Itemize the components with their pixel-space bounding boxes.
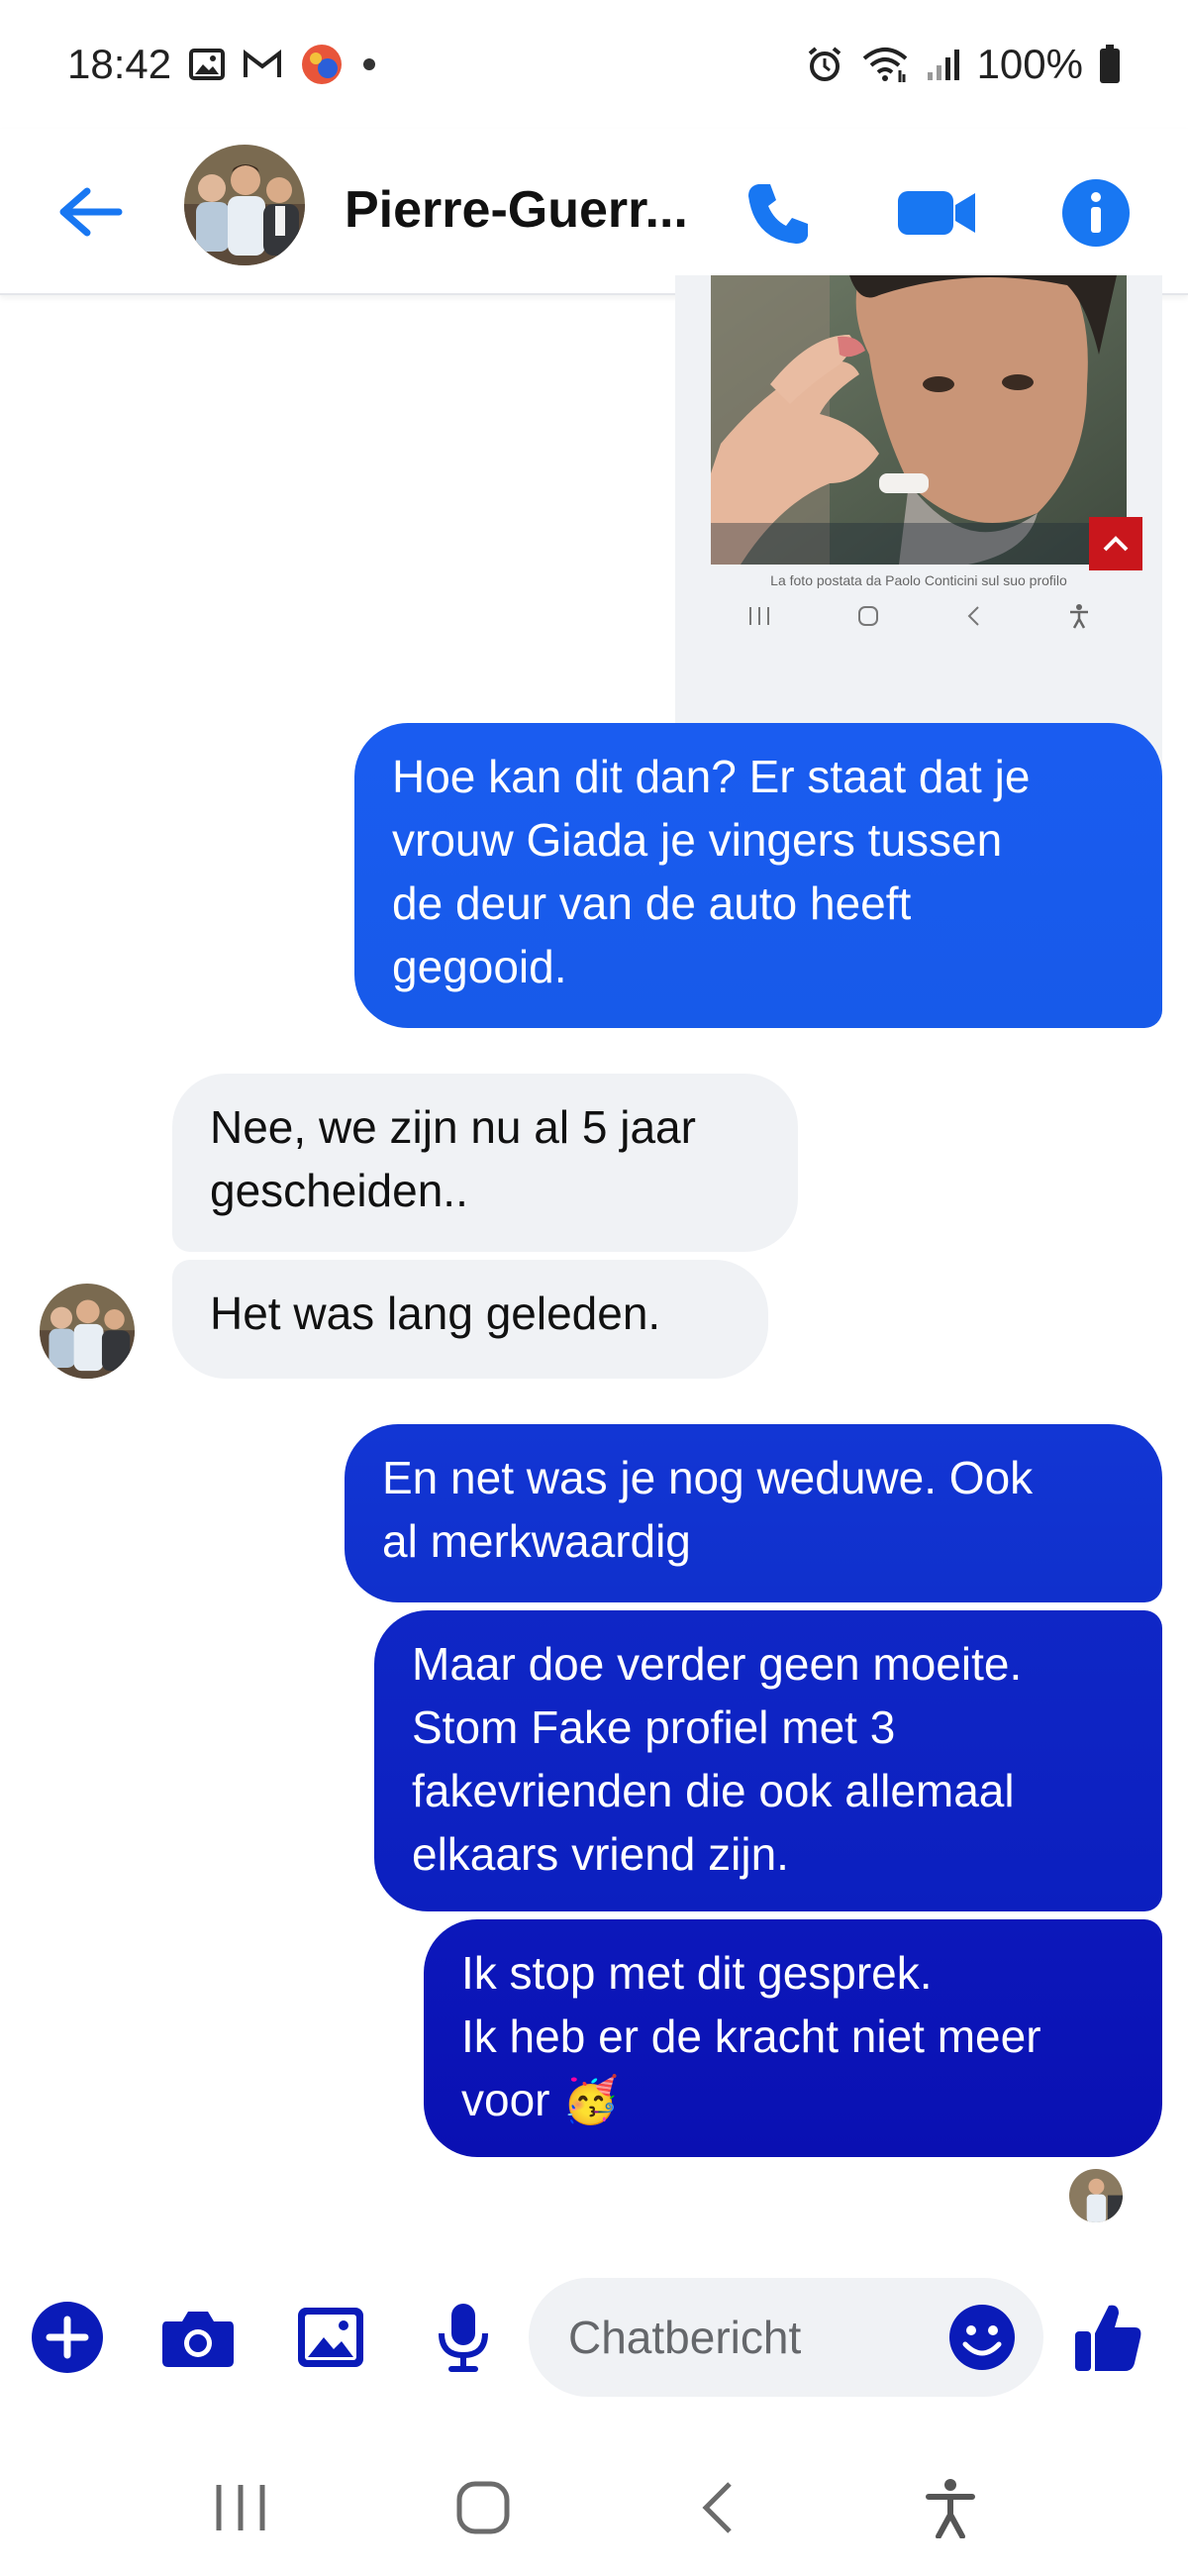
avatar[interactable] — [184, 145, 305, 265]
gallery-icon — [189, 49, 226, 80]
recents-icon — [747, 605, 771, 632]
outgoing-message[interactable]: Hoe kan dit dan? Er staat dat je vrouw G… — [354, 723, 1162, 1028]
clock: 18:42 — [67, 41, 172, 87]
wifi-icon — [860, 45, 910, 84]
alarm-icon — [805, 45, 844, 84]
signal-icon — [926, 47, 961, 82]
thumbs-up-icon[interactable] — [1067, 2296, 1150, 2379]
recents-icon[interactable] — [213, 2483, 268, 2537]
back-icon — [965, 604, 983, 633]
back-icon[interactable] — [698, 2480, 738, 2540]
phone-icon[interactable] — [735, 168, 824, 258]
read-receipt-avatar — [1069, 2169, 1123, 2222]
microphone-icon[interactable] — [422, 2296, 505, 2379]
battery-icon — [1099, 45, 1121, 84]
messenger-chat-screen: 18:42 100% Pierre-Guerr... La foto posta… — [0, 0, 1188, 2576]
message-composer — [0, 2236, 1188, 2444]
contact-name[interactable]: Pierre-Guerr... — [345, 180, 688, 240]
avatar[interactable] — [40, 1284, 135, 1379]
outgoing-message[interactable]: Ik stop met dit gesprek. Ik heb er de kr… — [424, 1919, 1162, 2157]
info-icon[interactable] — [1051, 168, 1140, 258]
plus-icon[interactable] — [26, 2296, 109, 2379]
app-badge-icon — [300, 43, 344, 86]
outgoing-message[interactable]: Maar doe verder geen moeite. Stom Fake p… — [374, 1610, 1162, 1911]
emoji-icon[interactable] — [942, 2298, 1022, 2377]
back-arrow-icon[interactable] — [57, 180, 127, 244]
battery-percent: 100% — [976, 41, 1083, 87]
video-camera-icon[interactable] — [893, 168, 982, 258]
home-icon[interactable] — [455, 2480, 511, 2540]
home-icon — [856, 604, 880, 633]
accessibility-icon[interactable] — [925, 2477, 976, 2543]
message-input-container[interactable] — [529, 2278, 1043, 2397]
incoming-message[interactable]: Nee, we zijn nu al 5 jaar gescheiden.. — [172, 1074, 798, 1252]
gallery-icon[interactable] — [289, 2296, 372, 2379]
chat-header: Pierre-Guerr... — [0, 129, 1188, 295]
accessibility-icon — [1068, 603, 1090, 634]
camera-icon[interactable] — [156, 2296, 240, 2379]
gmail-icon — [243, 50, 282, 79]
screenshot-nav-bar — [675, 584, 1162, 652]
message-list[interactable]: La foto postata da Paolo Conticini sul s… — [0, 275, 1188, 2236]
message-input[interactable] — [568, 2311, 944, 2364]
incoming-message[interactable]: Het was lang geleden. — [172, 1260, 768, 1379]
dot-icon — [361, 56, 377, 72]
system-navigation-bar — [0, 2444, 1188, 2576]
scroll-up-badge — [1089, 517, 1142, 570]
outgoing-message[interactable]: En net was je nog weduwe. Ook al merkwaa… — [345, 1424, 1162, 1602]
shared-photo — [711, 275, 1127, 565]
status-bar: 18:42 100% — [0, 0, 1188, 129]
